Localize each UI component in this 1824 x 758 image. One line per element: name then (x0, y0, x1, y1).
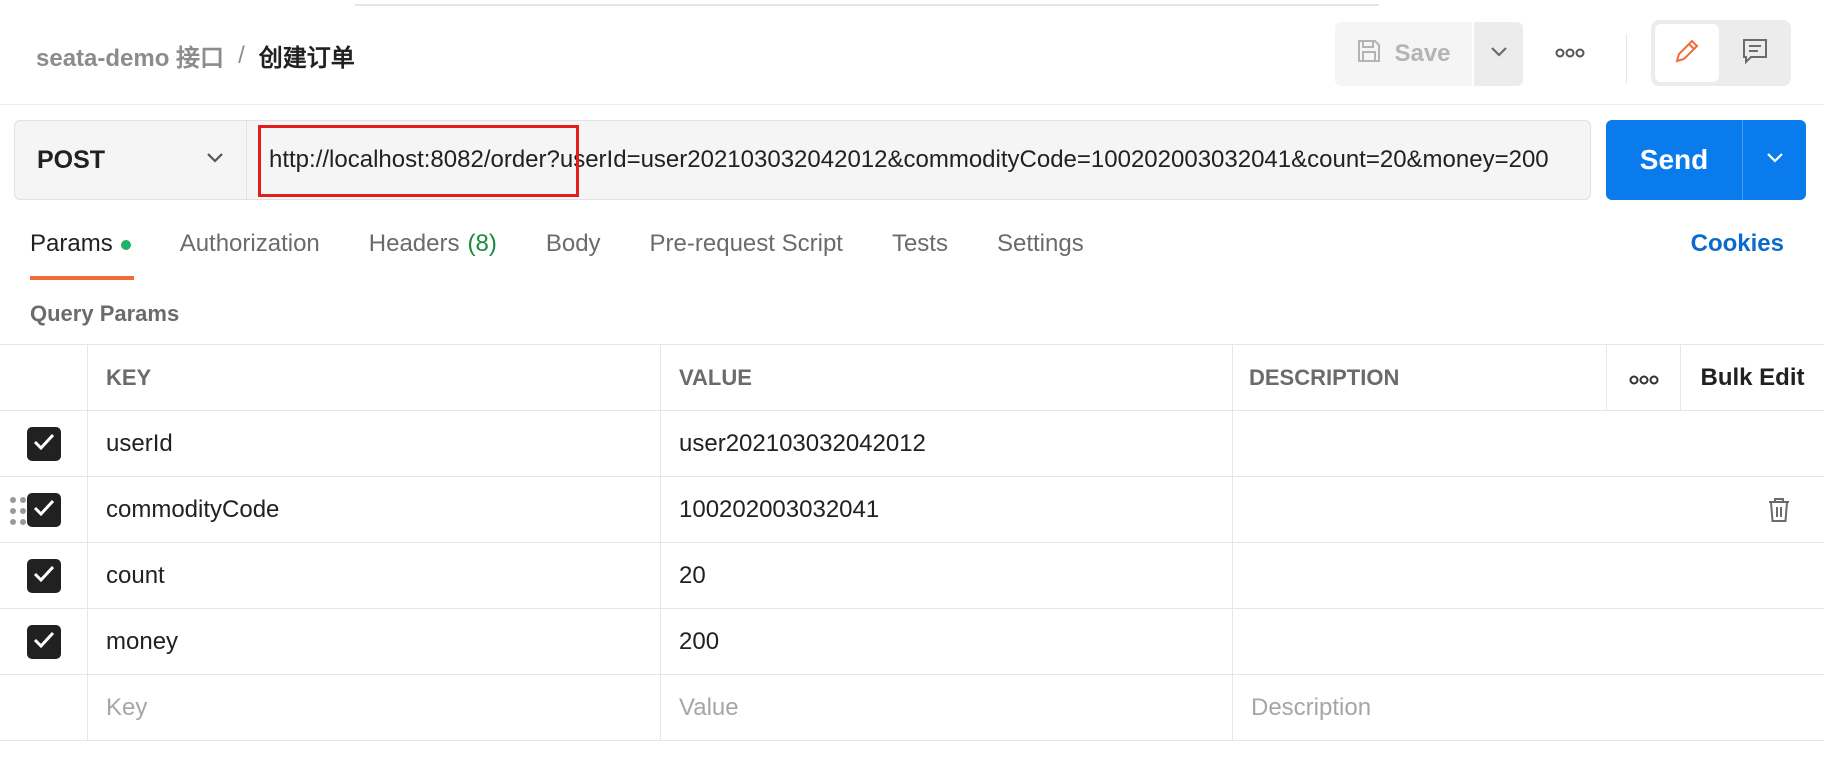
send-options-button[interactable] (1742, 120, 1806, 200)
new-value-input[interactable]: Value (660, 675, 1232, 741)
param-value[interactable]: user202103032042012 (660, 411, 1232, 477)
cookies-link[interactable]: Cookies (1691, 230, 1784, 258)
header-check-cell (0, 345, 87, 411)
more-actions-button[interactable] (1548, 38, 1592, 70)
method-label: POST (37, 145, 106, 174)
save-button-group: Save (1335, 22, 1523, 86)
tab-pre-request-script-label: Pre-request Script (649, 230, 843, 257)
row-checkbox-cell (0, 477, 87, 543)
tab-authorization[interactable]: Authorization (180, 230, 320, 280)
header-divider (1626, 34, 1627, 84)
header-description: DESCRIPTION (1232, 345, 1606, 411)
table-row-new: Key Value Description (0, 675, 1824, 741)
param-key[interactable]: count (87, 543, 660, 609)
param-value[interactable]: 100202003032041 (660, 477, 1232, 543)
checkmark-icon (33, 430, 55, 458)
param-key[interactable]: commodityCode (87, 477, 660, 543)
tab-pre-request-script[interactable]: Pre-request Script (650, 230, 843, 280)
more-horizontal-icon (1555, 45, 1585, 63)
tab-params[interactable]: Params (30, 230, 134, 280)
send-button[interactable]: Send (1606, 120, 1742, 200)
view-mode-toggle (1651, 20, 1791, 86)
checkmark-icon (33, 628, 55, 656)
row-checkbox[interactable] (26, 493, 61, 527)
breadcrumb-collection[interactable]: seata-demo 接口 (36, 38, 224, 73)
table-header-row: KEY VALUE DESCRIPTION Bulk Edit (0, 345, 1824, 411)
param-key[interactable]: userId (87, 411, 660, 477)
annotation-highlight-box (258, 125, 579, 197)
comment-icon (1740, 36, 1770, 71)
row-checkbox[interactable] (26, 625, 61, 659)
param-description[interactable] (1232, 543, 1824, 609)
breadcrumb: seata-demo 接口 / 创建订单 (36, 38, 355, 73)
method-selector[interactable]: POST (14, 120, 246, 200)
row-checkbox-cell (0, 411, 87, 477)
column-options-button[interactable] (1606, 345, 1680, 411)
pencil-icon (1672, 36, 1702, 71)
tab-settings[interactable]: Settings (997, 230, 1084, 280)
breadcrumb-request-name[interactable]: 创建订单 (259, 38, 355, 73)
params-active-dot (120, 240, 131, 250)
tab-body[interactable]: Body (546, 230, 601, 280)
tab-tests-label: Tests (891, 230, 948, 257)
save-button[interactable]: Save (1335, 22, 1472, 86)
request-tabs: Params Authorization Headers (8) Body Pr… (30, 230, 1133, 280)
row-checkbox[interactable] (26, 427, 61, 461)
headers-count-badge: (8) (467, 230, 497, 257)
tab-headers[interactable]: Headers (8) (369, 230, 497, 280)
bulk-edit-button[interactable]: Bulk Edit (1680, 345, 1824, 411)
save-icon (1356, 38, 1382, 71)
chevron-down-icon (1766, 151, 1784, 169)
param-description[interactable] (1232, 477, 1824, 543)
chevron-down-icon (206, 151, 224, 169)
param-description[interactable] (1232, 609, 1824, 675)
query-params-title: Query Params (30, 301, 180, 326)
param-value[interactable]: 20 (660, 543, 1232, 609)
row-checkbox-cell (0, 543, 87, 609)
comments-mode-button[interactable] (1723, 24, 1787, 82)
checkmark-icon (33, 562, 55, 590)
tab-tests[interactable]: Tests (892, 230, 948, 280)
row-checkbox-cell (0, 609, 87, 675)
chevron-down-icon (1490, 45, 1508, 63)
new-key-input[interactable]: Key (87, 675, 660, 741)
tab-params-label: Params (30, 230, 113, 257)
breadcrumb-separator: / (238, 41, 245, 69)
param-value[interactable]: 200 (660, 609, 1232, 675)
query-params-table: KEY VALUE DESCRIPTION Bulk Edit userId u… (0, 344, 1824, 741)
tab-body-label: Body (545, 230, 601, 257)
tab-settings-label: Settings (996, 230, 1084, 257)
trash-icon[interactable] (1768, 497, 1790, 528)
save-options-button[interactable] (1474, 22, 1523, 86)
param-key[interactable]: money (87, 609, 660, 675)
save-label: Save (1394, 40, 1451, 67)
header-key: KEY (87, 345, 660, 411)
send-button-group: Send (1606, 120, 1806, 200)
header-value: VALUE (660, 345, 1232, 411)
tab-authorization-label: Authorization (179, 230, 320, 257)
row-checkbox-cell (0, 675, 87, 741)
table-row: money 200 (0, 609, 1824, 675)
more-horizontal-icon (1629, 364, 1659, 392)
row-checkbox[interactable] (26, 559, 61, 593)
new-description-input[interactable]: Description (1232, 675, 1824, 741)
checkmark-icon (33, 496, 55, 524)
tab-headers-label: Headers (368, 230, 460, 257)
edit-mode-button[interactable] (1655, 24, 1719, 82)
param-description[interactable] (1232, 411, 1824, 477)
table-row: commodityCode 100202003032041 (0, 477, 1824, 543)
table-row: userId user202103032042012 (0, 411, 1824, 477)
table-row: count 20 (0, 543, 1824, 609)
request-header: seata-demo 接口 / 创建订单 Save (0, 0, 1824, 105)
